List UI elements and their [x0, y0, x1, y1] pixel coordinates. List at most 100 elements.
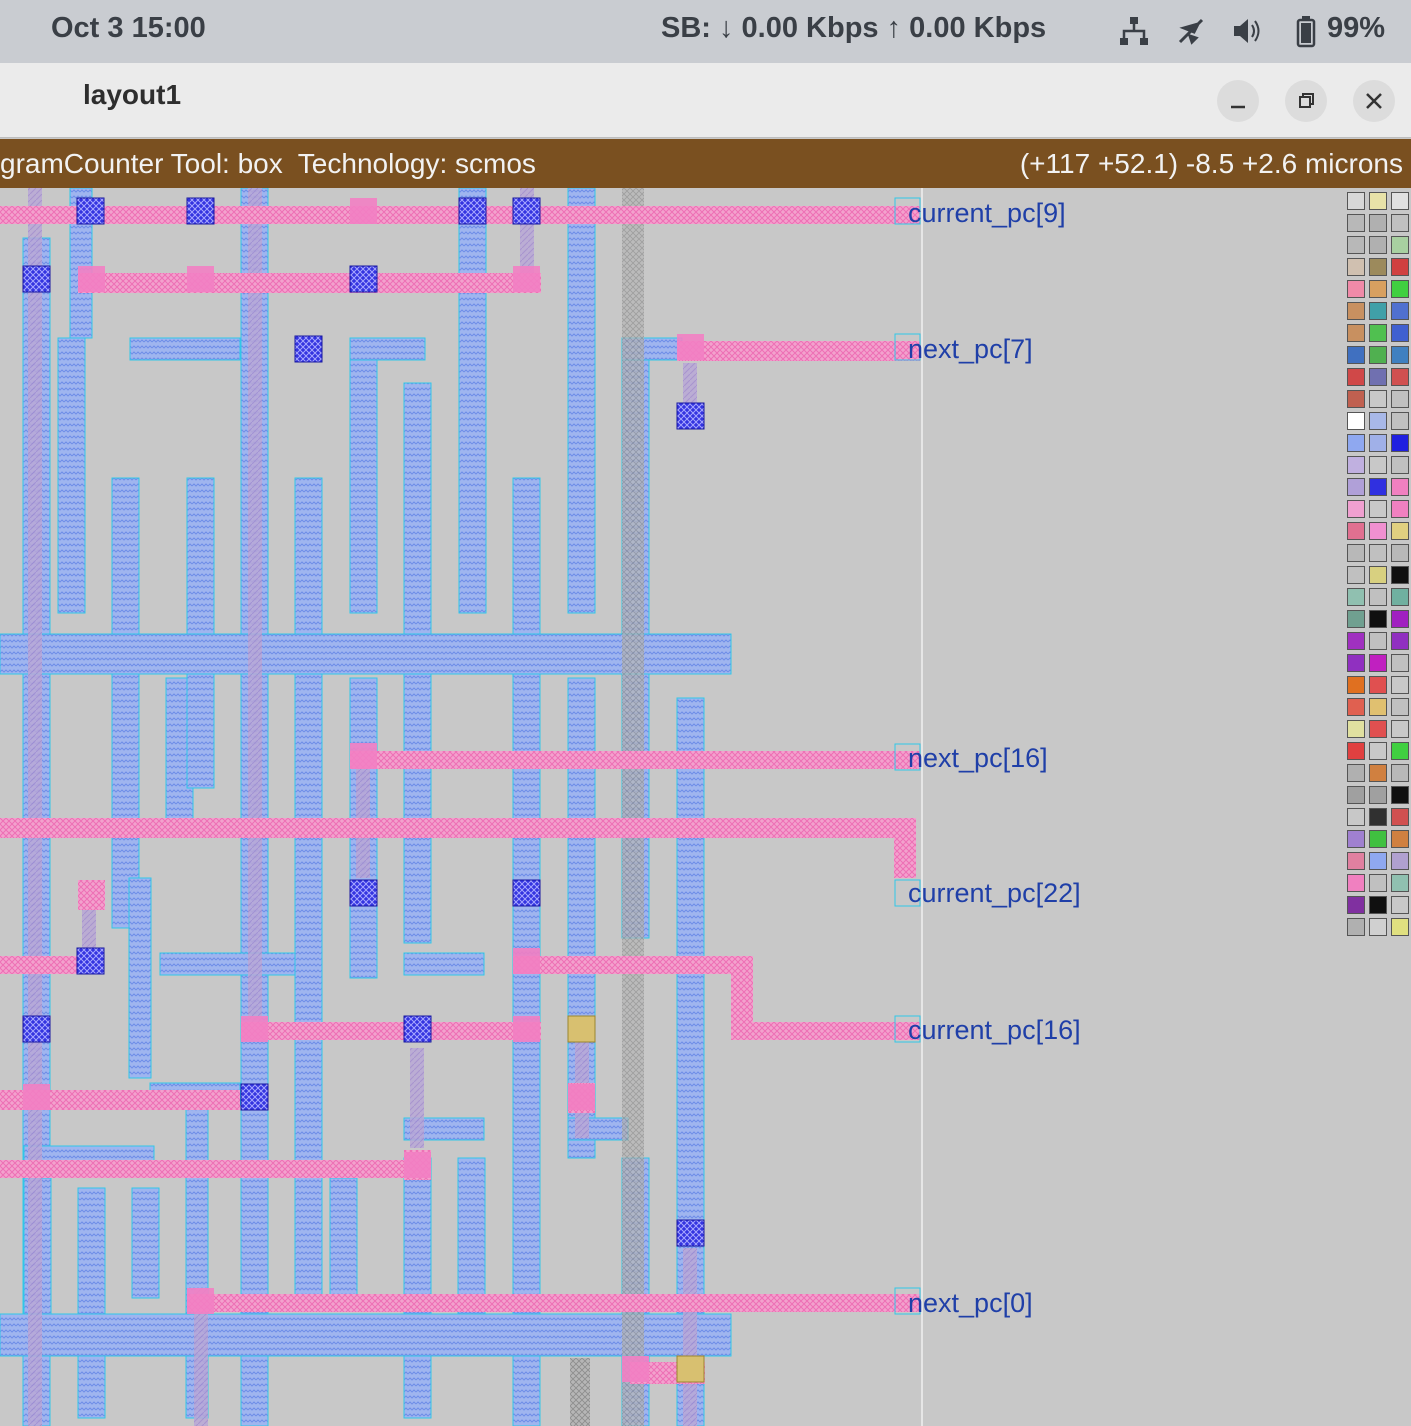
layer-swatch[interactable] [1391, 192, 1409, 210]
battery-icon[interactable] [1289, 14, 1323, 48]
layer-swatch[interactable] [1347, 280, 1365, 298]
layer-swatch[interactable] [1369, 236, 1387, 254]
layer-swatch[interactable] [1347, 654, 1365, 672]
layer-swatch[interactable] [1391, 346, 1409, 364]
layer-swatch[interactable] [1369, 874, 1387, 892]
net-label[interactable]: next_pc[0] [908, 1288, 1033, 1319]
layer-swatch[interactable] [1391, 764, 1409, 782]
layer-swatch[interactable] [1347, 808, 1365, 826]
layer-swatch[interactable] [1369, 434, 1387, 452]
layer-swatch[interactable] [1347, 522, 1365, 540]
layer-swatch[interactable] [1347, 764, 1365, 782]
layer-swatch[interactable] [1391, 654, 1409, 672]
layer-swatch[interactable] [1369, 522, 1387, 540]
clock[interactable]: Oct 3 15:00 [51, 12, 206, 45]
layer-swatch[interactable] [1347, 874, 1365, 892]
layer-swatch[interactable] [1369, 456, 1387, 474]
layer-palette[interactable] [1343, 188, 1411, 1426]
layer-swatch[interactable] [1369, 720, 1387, 738]
layer-swatch[interactable] [1347, 852, 1365, 870]
layer-swatch[interactable] [1369, 390, 1387, 408]
layer-swatch[interactable] [1369, 632, 1387, 650]
layer-swatch[interactable] [1347, 258, 1365, 276]
layout-geometry[interactable] [0, 188, 1343, 1426]
layer-swatch[interactable] [1391, 280, 1409, 298]
layer-swatch[interactable] [1369, 918, 1387, 936]
layer-swatch[interactable] [1347, 632, 1365, 650]
layer-swatch[interactable] [1391, 632, 1409, 650]
layer-swatch[interactable] [1347, 676, 1365, 694]
net-label[interactable]: current_pc[22] [908, 878, 1081, 909]
layer-swatch[interactable] [1369, 764, 1387, 782]
layer-swatch[interactable] [1369, 830, 1387, 848]
net-label[interactable]: current_pc[9] [908, 198, 1066, 229]
layer-swatch[interactable] [1369, 808, 1387, 826]
net-label[interactable]: next_pc[7] [908, 334, 1033, 365]
layer-swatch[interactable] [1391, 478, 1409, 496]
layer-swatch[interactable] [1369, 588, 1387, 606]
maximize-button[interactable] [1285, 80, 1327, 122]
layer-swatch[interactable] [1369, 258, 1387, 276]
layer-swatch[interactable] [1369, 896, 1387, 914]
layer-swatch[interactable] [1347, 610, 1365, 628]
layout-canvas[interactable]: current_pc[9] next_pc[7] next_pc[16] cur… [0, 188, 1343, 1426]
layer-swatch[interactable] [1347, 236, 1365, 254]
layer-swatch[interactable] [1369, 302, 1387, 320]
layer-swatch[interactable] [1391, 588, 1409, 606]
layer-swatch[interactable] [1369, 368, 1387, 386]
layer-swatch[interactable] [1391, 412, 1409, 430]
volume-icon[interactable] [1230, 14, 1264, 48]
layer-swatch[interactable] [1369, 742, 1387, 760]
close-button[interactable] [1353, 80, 1395, 122]
layer-swatch[interactable] [1391, 830, 1409, 848]
layer-swatch[interactable] [1391, 522, 1409, 540]
layer-swatch[interactable] [1369, 478, 1387, 496]
layer-swatch[interactable] [1391, 258, 1409, 276]
layer-swatch[interactable] [1347, 390, 1365, 408]
layer-swatch[interactable] [1391, 676, 1409, 694]
layer-swatch[interactable] [1347, 720, 1365, 738]
layer-swatch[interactable] [1391, 610, 1409, 628]
layer-swatch[interactable] [1369, 654, 1387, 672]
layer-swatch[interactable] [1391, 786, 1409, 804]
layer-swatch[interactable] [1347, 566, 1365, 584]
layer-swatch[interactable] [1369, 544, 1387, 562]
layer-swatch[interactable] [1391, 566, 1409, 584]
layer-swatch[interactable] [1347, 588, 1365, 606]
layer-swatch[interactable] [1369, 852, 1387, 870]
layer-swatch[interactable] [1369, 324, 1387, 342]
layer-swatch[interactable] [1347, 698, 1365, 716]
layer-swatch[interactable] [1369, 698, 1387, 716]
layer-swatch[interactable] [1391, 456, 1409, 474]
layer-swatch[interactable] [1369, 786, 1387, 804]
layer-swatch[interactable] [1347, 434, 1365, 452]
layer-swatch[interactable] [1369, 280, 1387, 298]
layer-swatch[interactable] [1369, 500, 1387, 518]
layer-swatch[interactable] [1347, 456, 1365, 474]
layer-swatch[interactable] [1347, 786, 1365, 804]
layer-swatch[interactable] [1347, 918, 1365, 936]
layer-swatch[interactable] [1391, 852, 1409, 870]
layer-swatch[interactable] [1347, 368, 1365, 386]
layer-swatch[interactable] [1391, 544, 1409, 562]
layer-swatch[interactable] [1391, 720, 1409, 738]
window-title-bar[interactable]: layout1 [0, 63, 1411, 138]
airplane-icon[interactable] [1174, 14, 1208, 48]
layer-swatch[interactable] [1347, 324, 1365, 342]
layer-swatch[interactable] [1347, 830, 1365, 848]
layer-swatch[interactable] [1391, 368, 1409, 386]
minimize-button[interactable] [1217, 80, 1259, 122]
layer-swatch[interactable] [1347, 192, 1365, 210]
net-label[interactable]: current_pc[16] [908, 1015, 1081, 1046]
layer-swatch[interactable] [1347, 896, 1365, 914]
layer-swatch[interactable] [1369, 676, 1387, 694]
layer-swatch[interactable] [1391, 808, 1409, 826]
layer-swatch[interactable] [1369, 610, 1387, 628]
layer-swatch[interactable] [1347, 742, 1365, 760]
layer-swatch[interactable] [1391, 918, 1409, 936]
layer-swatch[interactable] [1347, 544, 1365, 562]
layer-swatch[interactable] [1391, 874, 1409, 892]
layer-swatch[interactable] [1391, 698, 1409, 716]
layer-swatch[interactable] [1391, 500, 1409, 518]
layer-swatch[interactable] [1369, 412, 1387, 430]
